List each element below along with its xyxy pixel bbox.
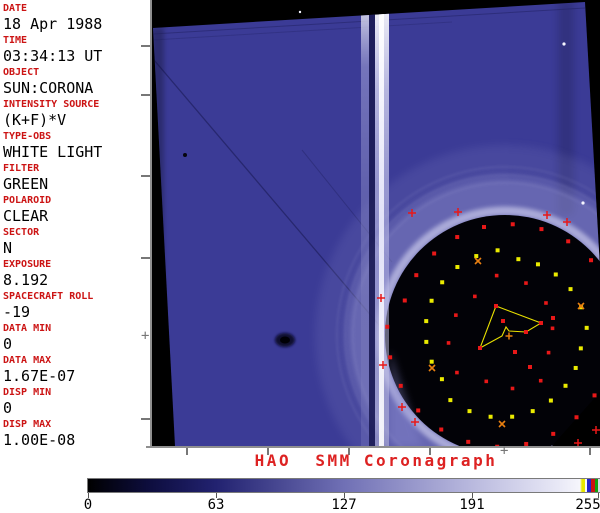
metadata-label: SECTOR [3,227,40,238]
metadata-entry: FILTER GREEN [3,162,149,194]
metadata-entry: POLAROID CLEAR [3,194,149,226]
metadata-label: OBJECT [3,67,40,78]
metadata-entry: EXPOSURE 8.192 [3,258,149,290]
metadata-value: 18 Apr 1988 [3,15,103,33]
coronagraph-viewer-window: DATE 18 Apr 1988 TIME 03:34:13 UT OBJECT SUN:… [0,0,600,513]
metadata-label: SPACECRAFT ROLL [3,291,94,302]
left-border-tick [141,175,150,177]
colorbar-tick-label: 63 [207,497,225,513]
intensity-colorbar [87,478,600,493]
metadata-value: WHITE LIGHT [3,143,103,161]
metadata-entry: DATA MAX 1.67E-07 [3,354,149,386]
metadata-value: -19 [3,303,31,321]
metadata-entry: SPACECRAFT ROLL -19 [3,290,149,322]
left-border-tick [141,94,150,96]
left-border-plus-mark: + [141,328,150,344]
metadata-entry: DATA MIN 0 [3,322,149,354]
colorbar-tick-label: 127 [331,497,357,513]
metadata-value: 1.67E-07 [3,367,76,385]
metadata-label: TYPE-OBS [3,131,52,142]
image-area [152,0,600,446]
left-border-tick [141,257,150,259]
metadata-entry: DISP MIN 0 [3,386,149,418]
metadata-entry: OBJECT SUN:CORONA [3,66,149,98]
image-bottom-border [146,446,600,448]
metadata-value: GREEN [3,175,49,193]
metadata-value: 0 [3,335,13,353]
metadata-value: N [3,239,13,257]
metadata-label: EXPOSURE [3,259,52,270]
metadata-entry: TIME 03:34:13 UT [3,34,149,66]
metadata-value: (K+F)*V [3,111,67,129]
colorbar-tick-label: 0 [83,497,93,513]
metadata-value: 03:34:13 UT [3,47,103,65]
left-border-tick [141,418,150,420]
metadata-value: SUN:CORONA [3,79,94,97]
metadata-label: DISP MAX [3,419,52,430]
metadata-label: DISP MIN [3,387,52,398]
metadata-entry: DATE 18 Apr 1988 [3,2,149,34]
metadata-entry: INTENSITY SOURCE (K+F)*V [3,98,149,130]
metadata-label: INTENSITY SOURCE [3,99,100,110]
colorbar-tick-label: 191 [459,497,485,513]
metadata-label: TIME [3,35,28,46]
image-title: HAO SMM Coronagraph [254,451,498,470]
metadata-value: CLEAR [3,207,49,225]
metadata-value: 8.192 [3,271,49,289]
metadata-value: 0 [3,399,13,417]
coronagraph-image [153,2,600,446]
metadata-label: DATA MIN [3,323,52,334]
metadata-entry: TYPE-OBS WHITE LIGHT [3,130,149,162]
metadata-entry: SECTOR N [3,226,149,258]
metadata-label: POLAROID [3,195,52,206]
metadata-label: DATE [3,3,28,14]
metadata-label: FILTER [3,163,40,174]
metadata-label: DATA MAX [3,355,52,366]
colorbar-tick-label: 255 [575,497,600,513]
metadata-panel: DATE 18 Apr 1988 TIME 03:34:13 UT OBJECT SUN:… [3,2,149,450]
metadata-entry: DISP MAX 1.00E-08 [3,418,149,450]
metadata-value: 1.00E-08 [3,431,76,449]
left-border-tick [141,45,150,47]
image-left-border [150,0,152,448]
